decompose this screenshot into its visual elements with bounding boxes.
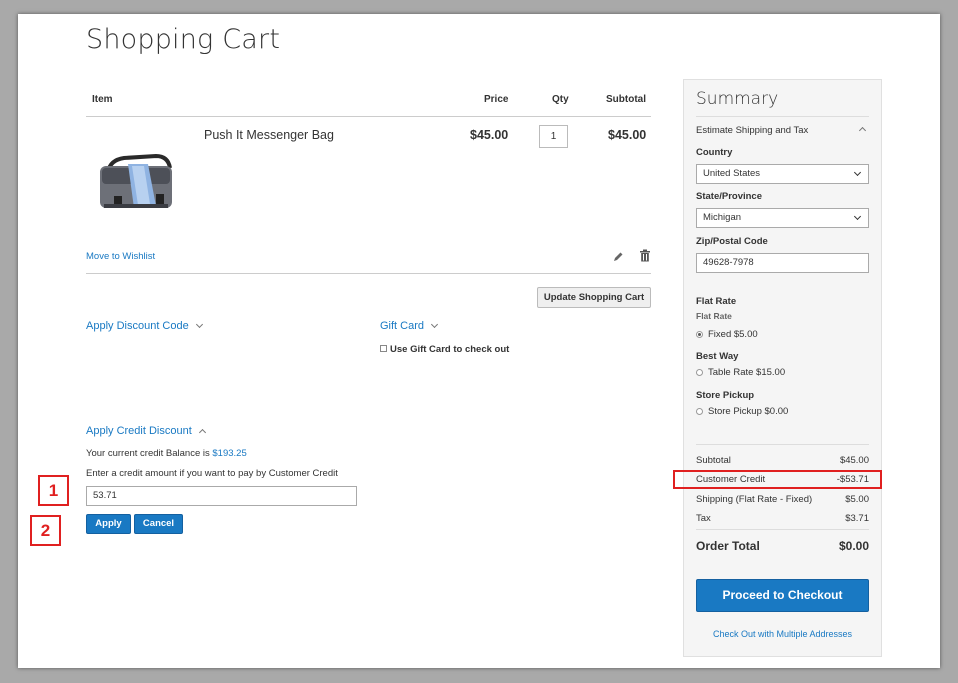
divider — [86, 116, 651, 117]
credit-balance-text: Your current credit Balance is $193.25 — [86, 448, 247, 459]
state-value: Michigan — [703, 212, 742, 223]
zip-input[interactable]: 49628-7978 — [696, 253, 869, 273]
order-total-label: Order Total — [696, 539, 760, 553]
product-subtotal: $45.00 — [608, 128, 647, 142]
chevron-up-icon — [198, 428, 206, 437]
product-image[interactable] — [94, 150, 180, 214]
cancel-credit-button[interactable]: Cancel — [134, 514, 183, 534]
country-select[interactable]: United States — [696, 164, 869, 184]
shipping-option-label: Table Rate $15.00 — [708, 367, 786, 378]
state-select[interactable]: Michigan — [696, 208, 869, 228]
totals-tax-label: Tax — [696, 513, 711, 524]
proceed-to-checkout-button[interactable]: Proceed to Checkout — [696, 579, 869, 612]
gift-card-checkbox-label: Use Gift Card to check out — [390, 344, 510, 355]
edit-icon[interactable] — [612, 250, 624, 268]
summary-title: Summary — [696, 89, 779, 109]
move-to-wishlist-link[interactable]: Move to Wishlist — [86, 251, 155, 262]
divider — [696, 116, 869, 117]
country-label: Country — [696, 147, 733, 158]
totals-subtotal-value: $45.00 — [839, 455, 869, 466]
country-value: United States — [703, 168, 761, 179]
chevron-down-icon — [195, 320, 203, 329]
shipping-group-title: Store Pickup — [696, 390, 755, 401]
column-header-subtotal: Subtotal — [606, 94, 646, 105]
chevron-down-icon — [430, 320, 439, 329]
divider — [696, 444, 869, 445]
credit-amount-input[interactable]: 53.71 — [86, 486, 357, 506]
divider — [86, 273, 651, 274]
totals-tax-value: $3.71 — [845, 513, 869, 524]
annotation-marker-2: 2 — [30, 515, 61, 546]
apply-credit-button[interactable]: Apply — [86, 514, 131, 534]
chevron-down-icon — [853, 212, 862, 221]
apply-discount-toggle[interactable]: Apply Discount Code — [86, 320, 203, 332]
order-total-value: $0.00 — [838, 539, 869, 553]
trash-icon[interactable] — [639, 249, 651, 267]
shipping-group-title: Flat Rate — [696, 296, 737, 307]
column-header-item: Item — [92, 94, 113, 105]
totals-customer-credit-value: -$53.71 — [836, 474, 869, 485]
multi-address-checkout-link[interactable]: Check Out with Multiple Addresses — [696, 629, 869, 639]
state-label: State/Province — [696, 191, 762, 202]
product-name[interactable]: Push It Messenger Bag — [204, 128, 334, 142]
shipping-option-label: Fixed $5.00 — [708, 329, 758, 340]
update-cart-button[interactable]: Update Shopping Cart — [537, 287, 651, 308]
radio[interactable] — [696, 369, 703, 376]
estimate-shipping-label: Estimate Shipping and Tax — [696, 125, 809, 136]
page-title: Shopping Cart — [86, 24, 281, 55]
shipping-option-flat-rate[interactable]: Fixed $5.00 — [696, 329, 758, 340]
shipping-group-subtitle: Flat Rate — [696, 311, 732, 321]
shipping-option-label: Store Pickup $0.00 — [708, 406, 789, 417]
totals-shipping-value: $5.00 — [845, 494, 869, 505]
zip-label: Zip/Postal Code — [696, 236, 768, 247]
credit-instruction: Enter a credit amount if you want to pay… — [86, 468, 338, 479]
divider — [696, 529, 869, 530]
annotation-marker-1: 1 — [38, 475, 69, 506]
chevron-down-icon — [853, 168, 862, 177]
estimate-shipping-toggle[interactable]: Estimate Shipping and Tax — [696, 125, 808, 136]
radio[interactable] — [696, 408, 703, 415]
totals-customer-credit-label: Customer Credit — [696, 474, 766, 485]
shipping-option-best-way[interactable]: Table Rate $15.00 — [696, 367, 785, 378]
product-price: $45.00 — [470, 128, 509, 142]
apply-discount-label: Apply Discount Code — [86, 320, 189, 332]
apply-credit-toggle[interactable]: Apply Credit Discount — [86, 425, 206, 437]
shipping-group-title: Best Way — [696, 351, 739, 362]
radio-selected[interactable] — [696, 331, 703, 338]
gift-card-toggle[interactable]: Gift Card — [380, 320, 439, 332]
totals-subtotal-label: Subtotal — [696, 455, 731, 466]
column-header-qty: Qty — [552, 94, 569, 105]
credit-balance-label: Your current credit Balance is — [86, 448, 210, 459]
apply-credit-label: Apply Credit Discount — [86, 425, 192, 437]
gift-card-checkbox[interactable] — [380, 345, 387, 352]
column-header-price: Price — [484, 94, 509, 105]
credit-balance-value: $193.25 — [212, 448, 247, 459]
gift-card-label: Gift Card — [380, 320, 425, 332]
shipping-option-store-pickup[interactable]: Store Pickup $0.00 — [696, 406, 788, 417]
page-frame: Shopping Cart Item Price Qty Subtotal Pu… — [18, 14, 940, 668]
qty-input[interactable]: 1 — [539, 125, 568, 148]
gift-card-checkbox-row[interactable]: Use Gift Card to check out — [380, 344, 509, 355]
